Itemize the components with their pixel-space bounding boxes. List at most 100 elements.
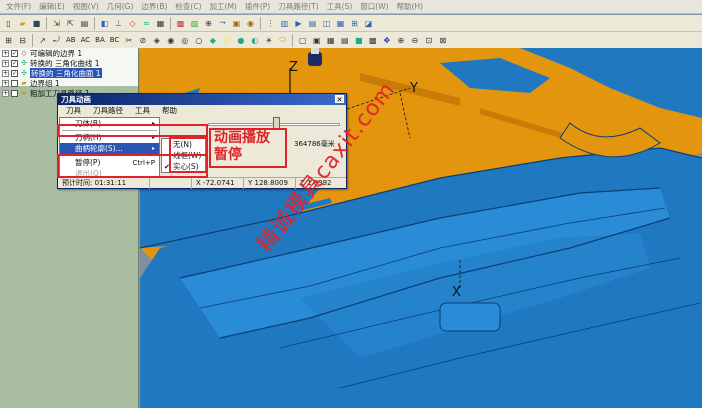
dialog-menu-tool[interactable]: 刀具 bbox=[60, 105, 87, 116]
toggle-icon[interactable]: ◪ bbox=[362, 17, 375, 30]
light-icon[interactable]: ☀ bbox=[262, 34, 275, 47]
tree-item-editable-boundary[interactable]: + ✓ ◇ 可编辑的边界 1 bbox=[0, 48, 138, 58]
measure-icon[interactable]: ⊞ bbox=[348, 17, 361, 30]
feature-icon[interactable]: ▦ bbox=[154, 17, 167, 30]
menu-check[interactable]: 检查(C) bbox=[171, 1, 205, 12]
close-icon[interactable]: ✕ bbox=[335, 95, 344, 104]
wire-icon[interactable]: ◇ bbox=[220, 34, 233, 47]
shade-icon[interactable]: ◆ bbox=[206, 34, 219, 47]
curve-icon: ✣ bbox=[21, 59, 27, 67]
feedrate-icon[interactable]: ▣ bbox=[230, 17, 243, 30]
dialog-titlebar[interactable]: 刀具动画 ✕ bbox=[58, 94, 346, 105]
zoom-in-icon[interactable]: ⊕ bbox=[394, 34, 407, 47]
trim-icon[interactable]: ✂ bbox=[122, 34, 135, 47]
zoom-box-icon[interactable]: ⊠ bbox=[436, 34, 449, 47]
simulate-icon[interactable]: ▶ bbox=[292, 17, 305, 30]
submenu-item-solid[interactable]: ✔ 实心(S) bbox=[162, 161, 205, 172]
menu-geometry[interactable]: 几何(G) bbox=[103, 1, 138, 12]
shaded-solid-icon[interactable]: ● bbox=[234, 34, 247, 47]
checkbox-icon[interactable] bbox=[11, 79, 18, 87]
checkbox-icon[interactable] bbox=[11, 89, 18, 97]
ambient-icon[interactable]: ◐ bbox=[248, 34, 261, 47]
setup-icon[interactable]: ◫ bbox=[320, 17, 333, 30]
menu-item-shank-profile[interactable]: 曲柄轮廓(S)... ▸ bbox=[60, 143, 159, 154]
menu-item-tool-holder[interactable]: 刀柄(H) ▸ bbox=[60, 132, 159, 143]
view-side-icon[interactable]: ○ bbox=[192, 34, 205, 47]
view-top-icon[interactable]: ◉ bbox=[164, 34, 177, 47]
checkbox-icon[interactable]: ✓ bbox=[11, 49, 18, 57]
tree-item-triangle-curve[interactable]: + ✓ ✣ 转换的 三角化曲线 1 bbox=[0, 58, 138, 68]
zoom-fit-icon[interactable]: ⊡ bbox=[422, 34, 435, 47]
menu-view[interactable]: 视图(V) bbox=[69, 1, 103, 12]
iso-icon[interactable]: ⊘ bbox=[136, 34, 149, 47]
layer-icon[interactable]: ▤ bbox=[338, 34, 351, 47]
checkbox-icon[interactable]: ✓ bbox=[11, 69, 18, 77]
menu-toolpath[interactable]: 刀具路径(T) bbox=[274, 1, 322, 12]
open-folder-icon[interactable]: ▰ bbox=[16, 17, 29, 30]
export-icon[interactable]: ⇱ bbox=[64, 17, 77, 30]
roughing-icon[interactable]: ▩ bbox=[174, 17, 187, 30]
import-icon[interactable]: ⇲ bbox=[50, 17, 63, 30]
dialog-menu-toolpath[interactable]: 刀具路径 bbox=[87, 105, 129, 116]
dialog-menu-tools[interactable]: 工具 bbox=[129, 105, 156, 116]
toolpath-icon[interactable]: ⋮ bbox=[264, 17, 277, 30]
workplane-icon[interactable]: ⊟ bbox=[16, 34, 29, 47]
view-ba-button[interactable]: BA bbox=[93, 36, 107, 44]
submenu-arrow-icon: ▸ bbox=[151, 134, 155, 141]
menu-help[interactable]: 帮助(H) bbox=[393, 1, 428, 12]
print-icon[interactable]: ▤ bbox=[78, 17, 91, 30]
menu-item-tool-body[interactable]: 刀体(B) ▸ bbox=[60, 118, 159, 129]
check-icon: ✔ bbox=[164, 162, 170, 171]
dialog-menu-help[interactable]: 帮助 bbox=[156, 105, 183, 116]
grid-icon[interactable]: ▦ bbox=[324, 34, 337, 47]
ncprogram-icon[interactable]: ▤ bbox=[306, 17, 319, 30]
zoom-out-icon[interactable]: ⊖ bbox=[408, 34, 421, 47]
menu-plugins[interactable]: 插件(P) bbox=[241, 1, 274, 12]
home-icon[interactable]: ⊞ bbox=[2, 34, 15, 47]
view-front-icon[interactable]: ◎ bbox=[178, 34, 191, 47]
finishing-icon[interactable]: ▨ bbox=[188, 17, 201, 30]
boundary-icon[interactable]: ◇ bbox=[126, 17, 139, 30]
menu-tools[interactable]: 工具(S) bbox=[323, 1, 357, 12]
view-iso-icon[interactable]: ◈ bbox=[150, 34, 163, 47]
color-icon[interactable]: ■ bbox=[352, 34, 365, 47]
submenu-item-wireframe[interactable]: 线框(W) bbox=[162, 150, 205, 161]
rotate-icon[interactable]: ⤾ bbox=[50, 34, 63, 47]
menu-machining[interactable]: 加工(M) bbox=[206, 1, 241, 12]
surface-icon: ✣ bbox=[21, 69, 27, 77]
expand-icon[interactable]: + bbox=[2, 59, 9, 67]
box-icon[interactable]: ▣ bbox=[310, 34, 323, 47]
tool-menu-dropdown: 刀体(B) ▸ 刀柄(H) ▸ 曲柄轮廓(S)... ▸ 暂停(P) Ctrl+… bbox=[59, 117, 160, 178]
leads-icon[interactable]: ⤳ bbox=[216, 17, 229, 30]
arrow-icon[interactable]: ↗ bbox=[36, 34, 49, 47]
expand-icon[interactable]: + bbox=[2, 89, 9, 97]
menu-boundary[interactable]: 边界(B) bbox=[137, 1, 171, 12]
mesh-icon[interactable]: ▩ bbox=[366, 34, 379, 47]
tool-icon[interactable]: ⊥ bbox=[112, 17, 125, 30]
submenu-item-none[interactable]: 无(N) bbox=[162, 139, 205, 150]
pan-icon[interactable]: ✥ bbox=[380, 34, 393, 47]
tree-item-boundary-group[interactable]: + ▰ 边界组 1 bbox=[0, 78, 138, 88]
checkbox-icon[interactable]: ✓ bbox=[11, 59, 18, 67]
verify-icon[interactable]: ▥ bbox=[278, 17, 291, 30]
wireframe-icon[interactable]: ▢ bbox=[296, 34, 309, 47]
new-file-icon[interactable]: ▯ bbox=[2, 17, 15, 30]
expand-icon[interactable]: + bbox=[2, 79, 9, 87]
tree-item-triangle-surface[interactable]: + ✓ ✣ 转换的 三角化曲面 1 bbox=[0, 68, 138, 78]
menu-item-pause[interactable]: 暂停(P) Ctrl+P bbox=[60, 157, 159, 168]
menu-window[interactable]: 窗口(W) bbox=[356, 1, 392, 12]
options-icon[interactable]: ▦ bbox=[334, 17, 347, 30]
expand-icon[interactable]: + bbox=[2, 69, 9, 77]
view-ab-button[interactable]: AB bbox=[64, 36, 78, 44]
drilling-icon[interactable]: ⊕ bbox=[202, 17, 215, 30]
view-bc-button[interactable]: BC bbox=[108, 36, 122, 44]
save-icon[interactable]: ■ bbox=[30, 17, 43, 30]
lamp-icon[interactable]: ⬭ bbox=[276, 34, 289, 47]
pattern-icon[interactable]: ≈ bbox=[140, 17, 153, 30]
spindle-icon[interactable]: ◉ bbox=[244, 17, 257, 30]
menu-edit[interactable]: 编辑(E) bbox=[35, 1, 69, 12]
view-ac-button[interactable]: AC bbox=[79, 36, 93, 44]
expand-icon[interactable]: + bbox=[2, 49, 9, 57]
block-icon[interactable]: ◧ bbox=[98, 17, 111, 30]
menu-file[interactable]: 文件(F) bbox=[2, 1, 35, 12]
